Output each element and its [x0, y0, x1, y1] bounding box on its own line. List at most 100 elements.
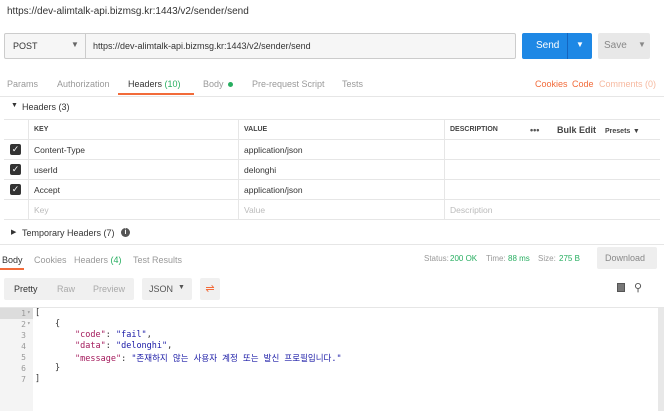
send-button[interactable]: Send ▼ [522, 33, 592, 59]
chevron-down-icon[interactable]: ▼ [576, 40, 584, 49]
response-tab-headers[interactable]: Headers (4) [74, 255, 122, 265]
json-string: "fail" [115, 330, 147, 340]
scrollbar[interactable] [658, 308, 664, 411]
request-bar: POST ▼ https://dev-alimtalk-api.bizmsg.k… [4, 33, 516, 59]
tab-pre-request-script[interactable]: Pre-request Script [252, 79, 325, 89]
value-input[interactable]: Value [238, 200, 444, 219]
tab-body[interactable]: Body [203, 79, 233, 89]
description-input[interactable]: Description [444, 200, 660, 219]
response-body-editor[interactable]: 1 2 3 4 5 6 7 ▾ ▾ [ { "code": "fail", "d… [0, 307, 664, 411]
more-options-icon[interactable]: ••• [530, 125, 539, 135]
key-cell[interactable]: userId [28, 160, 238, 179]
copy-icon[interactable] [617, 283, 625, 292]
key-input[interactable]: Key [28, 200, 238, 219]
response-tab-headers-label: Headers [74, 255, 109, 265]
cookies-link[interactable]: Cookies [535, 79, 568, 89]
line-number: 6 [21, 364, 26, 373]
code-line: ] [35, 374, 41, 384]
comments-link[interactable]: Comments (0) [599, 79, 656, 89]
format-select[interactable]: JSON ▼ [142, 278, 192, 300]
divider [0, 96, 664, 97]
json-string: "존재하지 않는 사용자 계정 또는 발신 프로필입니다." [131, 354, 342, 364]
line-number: 3 [21, 331, 26, 340]
presets-label: Presets [605, 128, 631, 135]
download-button[interactable]: Download [597, 247, 657, 269]
size-value[interactable]: 275 B [559, 254, 580, 263]
checkbox-checked[interactable]: ✓ [10, 144, 21, 155]
description-cell[interactable] [444, 180, 660, 199]
code-line: [ [35, 308, 41, 318]
window-title: https://dev-alimtalk-api.bizmsg.kr:1443/… [7, 6, 249, 17]
response-tab-body[interactable]: Body [2, 255, 23, 265]
json-string: "delonghi" [115, 341, 168, 351]
tab-authorization[interactable]: Authorization [57, 79, 110, 89]
info-icon[interactable]: i [121, 228, 130, 237]
status-label: Status: [424, 254, 449, 263]
checkbox-checked[interactable]: ✓ [10, 164, 21, 175]
wrap-lines-icon[interactable]: ⇌ [200, 278, 220, 300]
size-label: Size: [538, 254, 556, 263]
presets-dropdown[interactable]: Presets ▼ [605, 125, 640, 135]
value-cell[interactable]: application/json [238, 140, 444, 159]
url-input[interactable]: https://dev-alimtalk-api.bizmsg.kr:1443/… [93, 41, 311, 51]
value-cell[interactable]: delonghi [238, 160, 444, 179]
column-key: KEY [28, 120, 238, 139]
fold-icon[interactable]: ▾ [27, 309, 31, 316]
status-value[interactable]: 200 OK [450, 254, 477, 263]
tab-params[interactable]: Params [7, 79, 38, 89]
search-icon[interactable]: ⚲ [634, 281, 642, 294]
key-cell[interactable]: Content-Type [28, 140, 238, 159]
row-checkbox-cell: ✓ [4, 140, 28, 159]
chevron-down-icon: ▼ [178, 284, 185, 291]
save-button[interactable]: Save ▼ [598, 33, 650, 59]
code-link[interactable]: Code [572, 79, 594, 89]
save-button-label: Save [604, 40, 627, 51]
chevron-down-icon: ▼ [632, 128, 640, 135]
value-text: delonghi [244, 165, 277, 175]
response-tab-test-results[interactable]: Test Results [133, 255, 182, 265]
value-placeholder: Value [244, 205, 266, 215]
view-mode-preview[interactable]: Preview [93, 284, 125, 294]
tab-headers[interactable]: Headers (10) [128, 79, 181, 89]
description-cell[interactable] [444, 160, 660, 179]
chevron-down-icon[interactable]: ▼ [11, 102, 18, 109]
active-tab-indicator [0, 268, 24, 270]
column-description-label: DESCRIPTION [450, 126, 498, 133]
description-cell[interactable] [444, 140, 660, 159]
temporary-headers-toggle[interactable]: Temporary Headers (7) [22, 228, 115, 238]
headers-section-title[interactable]: Headers (3) [22, 102, 70, 112]
chevron-down-icon[interactable]: ▼ [638, 40, 646, 49]
table-row: ✓ Content-Type application/json [4, 139, 660, 159]
download-button-label: Download [605, 253, 646, 263]
method-select[interactable]: POST ▼ [5, 34, 86, 58]
line-number: 2 [21, 320, 26, 329]
json-key: "message" [75, 354, 122, 364]
checkbox-checked[interactable]: ✓ [10, 184, 21, 195]
json-key: "data" [75, 341, 106, 351]
line-number: 5 [21, 353, 26, 362]
fold-icon[interactable]: ▾ [27, 320, 31, 327]
chevron-down-icon: ▼ [71, 40, 79, 49]
time-value[interactable]: 88 ms [508, 254, 530, 263]
value-cell[interactable]: application/json [238, 180, 444, 199]
line-number: 7 [21, 375, 26, 384]
divider [0, 244, 664, 245]
key-cell[interactable]: Accept [28, 180, 238, 199]
key-placeholder: Key [34, 205, 49, 215]
view-mode-pretty[interactable]: Pretty [14, 284, 38, 294]
key-text: Accept [34, 185, 60, 195]
view-mode-raw[interactable]: Raw [57, 284, 75, 294]
response-tab-headers-count: (4) [110, 255, 122, 265]
bulk-edit-link[interactable]: Bulk Edit [557, 125, 596, 135]
row-checkbox-cell: ✓ [4, 180, 28, 199]
tab-body-label: Body [203, 79, 224, 89]
line-number: 4 [21, 342, 26, 351]
tab-headers-count: (10) [164, 79, 181, 89]
key-text: userId [34, 165, 58, 175]
method-label: POST [13, 41, 38, 51]
chevron-right-icon[interactable]: ▶ [11, 228, 16, 236]
line-gutter: 1 2 3 4 5 6 7 ▾ ▾ [0, 308, 33, 411]
send-button-label: Send [536, 40, 560, 51]
response-tab-cookies[interactable]: Cookies [34, 255, 67, 265]
tab-tests[interactable]: Tests [342, 79, 363, 89]
